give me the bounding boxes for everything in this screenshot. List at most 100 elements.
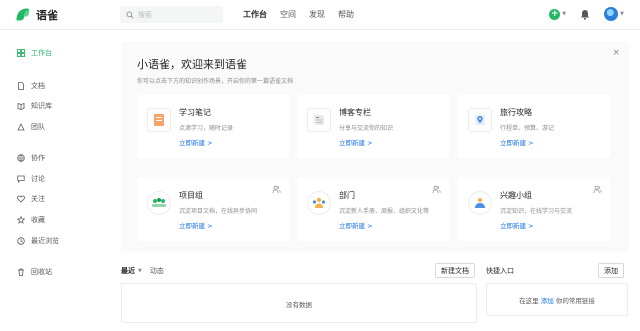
search-input[interactable] [138, 10, 218, 19]
scenario-card-travel[interactable]: 旅行攻略 行程单、预算、游记 立即新建 > [458, 94, 610, 158]
notebook-icon [147, 108, 171, 132]
chat-icon [17, 175, 25, 183]
sidebar-item-label: 协作 [31, 154, 45, 162]
clock-icon [17, 237, 25, 245]
quick-access-box: 在这里 添加 你的常用链接 [486, 283, 628, 316]
yuque-logo-icon [16, 8, 30, 21]
create-now-link[interactable]: 立即新建 > [339, 137, 373, 147]
card-title: 部门 [339, 191, 355, 200]
logo[interactable]: 语雀 [14, 6, 58, 23]
create-now-link[interactable]: 立即新建 > [500, 220, 534, 230]
card-description: 分享与交流你的知识 [339, 125, 394, 132]
sidebar-item-label: 回收站 [31, 268, 52, 276]
sidebar-item-label: 团队 [31, 123, 45, 131]
sidebar-item-favorites[interactable]: 收藏 [17, 215, 45, 225]
create-now-link[interactable]: 立即新建 > [339, 220, 373, 230]
grid-icon [17, 49, 25, 57]
empty-state-text: 没有数据 [286, 301, 312, 309]
chevron-down-icon: ▼ [620, 11, 624, 17]
welcome-panel: 小语雀，欢迎来到语雀 你可以点击下方的知识创作场景，开启你的第一篇语雀文档 × … [121, 42, 629, 252]
create-now-link[interactable]: 立即新建 > [179, 220, 213, 230]
tab-activity[interactable]: 动态 [150, 266, 164, 276]
sidebar: 工作台 文档 知识库 团队 协作 讨论 关注 收藏 最近浏览 回收站 [0, 31, 104, 331]
card-title: 旅行攻略 [500, 108, 532, 117]
card-description: 行程单、预算、游记 [500, 125, 555, 132]
top-bar: 语雀 工作台 空间 发现 帮助 + ▼ ▼ [0, 0, 640, 30]
hint-text: 你的常用链接 [555, 297, 595, 305]
team-icon [17, 123, 25, 131]
doc-icon [17, 82, 25, 90]
card-description: 沉淀知识，在线学习与交流 [500, 208, 573, 215]
welcome-title: 小语雀，欢迎来到语雀 [137, 58, 247, 71]
close-icon[interactable]: × [612, 48, 620, 58]
sidebar-item-label: 文档 [31, 82, 45, 90]
trash-icon [17, 268, 25, 276]
blog-icon [307, 108, 331, 132]
add-link[interactable]: 添加 [541, 297, 554, 305]
heart-icon [17, 195, 25, 203]
card-title: 项目组 [179, 191, 203, 200]
top-right-actions: + ▼ ▼ [549, 7, 624, 21]
star-icon [17, 216, 25, 224]
card-title: 学习笔记 [179, 108, 211, 117]
sidebar-item-trash[interactable]: 回收站 [17, 267, 52, 277]
create-now-link[interactable]: 立即新建 > [500, 137, 534, 147]
search-icon [126, 11, 134, 19]
sidebar-item-label: 讨论 [31, 175, 45, 183]
card-description: 沉淀项目文档，在线异步协同 [179, 208, 258, 215]
plus-circle-icon: + [549, 8, 561, 20]
sidebar-item-following[interactable]: 关注 [17, 194, 45, 204]
team-members-icon [432, 185, 441, 194]
nav-help[interactable]: 帮助 [338, 9, 354, 20]
sidebar-item-label: 知识库 [31, 102, 52, 110]
sidebar-item-workbench[interactable]: 工作台 [17, 48, 52, 58]
sidebar-item-label: 最近浏览 [31, 237, 59, 245]
create-now-link[interactable]: 立即新建 > [179, 137, 213, 147]
sidebar-item-team[interactable]: 团队 [17, 122, 45, 132]
team-members-icon [272, 185, 281, 194]
sidebar-item-collaboration[interactable]: 协作 [17, 153, 45, 163]
team-members-icon [593, 185, 602, 194]
welcome-subtitle: 你可以点击下方的知识创作场景，开启你的第一篇语雀文档 [137, 78, 294, 85]
card-title: 博客专栏 [339, 108, 371, 117]
card-description: 沉淀新人手册、周报、组织文化等 [339, 208, 430, 215]
nav-discover[interactable]: 发现 [309, 9, 325, 20]
card-title: 兴趣小组 [500, 191, 532, 200]
sidebar-item-docs[interactable]: 文档 [17, 81, 45, 91]
map-pin-icon [468, 108, 492, 132]
add-quick-link-button[interactable]: 添加 [598, 263, 624, 278]
sidebar-item-recent[interactable]: 最近浏览 [17, 236, 59, 246]
scenario-card-study-notes[interactable]: 学习笔记 点滴学习，随时记录 立即新建 > [137, 94, 289, 158]
interest-group-icon [468, 191, 492, 215]
quick-access-title: 快捷入口 [486, 267, 514, 275]
sidebar-item-knowledge-base[interactable]: 知识库 [17, 101, 52, 111]
scenario-card-department[interactable]: 部门 沉淀新人手册、周报、组织文化等 立即新建 > [297, 177, 449, 241]
scenario-card-interest-group[interactable]: 兴趣小组 沉淀知识，在线学习与交流 立即新建 > [458, 177, 610, 241]
user-menu[interactable]: ▼ [604, 7, 624, 21]
create-new-button[interactable]: + ▼ [549, 8, 567, 20]
project-icon [147, 191, 171, 215]
nav-workbench[interactable]: 工作台 [243, 9, 267, 20]
card-description: 点滴学习，随时记录 [179, 125, 234, 132]
chevron-down-icon[interactable]: ▼ [138, 268, 142, 274]
main-nav: 工作台 空间 发现 帮助 [243, 9, 367, 20]
sidebar-item-label: 关注 [31, 195, 45, 203]
sidebar-item-label: 工作台 [31, 49, 52, 57]
chevron-down-icon: ▼ [562, 11, 567, 17]
brand-name: 语雀 [36, 8, 58, 22]
nav-space[interactable]: 空间 [280, 9, 296, 20]
quick-access-hint: 在这里 添加 你的常用链接 [487, 295, 627, 305]
hint-text: 在这里 [519, 297, 539, 305]
avatar [604, 7, 619, 21]
tab-recent[interactable]: 最近 [121, 266, 135, 276]
scenario-card-project[interactable]: 项目组 沉淀项目文档，在线异步协同 立即新建 > [137, 177, 289, 241]
bell-icon[interactable] [580, 9, 590, 20]
new-document-button[interactable]: 新建文档 [435, 263, 475, 278]
scenario-card-blog[interactable]: 博客专栏 分享与交流你的知识 立即新建 > [297, 94, 449, 158]
globe-icon [17, 154, 25, 162]
recent-tabs: 最近 ▼ 动态 [121, 266, 164, 276]
department-icon [307, 191, 331, 215]
search-box[interactable] [120, 6, 223, 23]
recent-list: 没有数据 [121, 283, 477, 323]
sidebar-item-discussion[interactable]: 讨论 [17, 174, 45, 184]
